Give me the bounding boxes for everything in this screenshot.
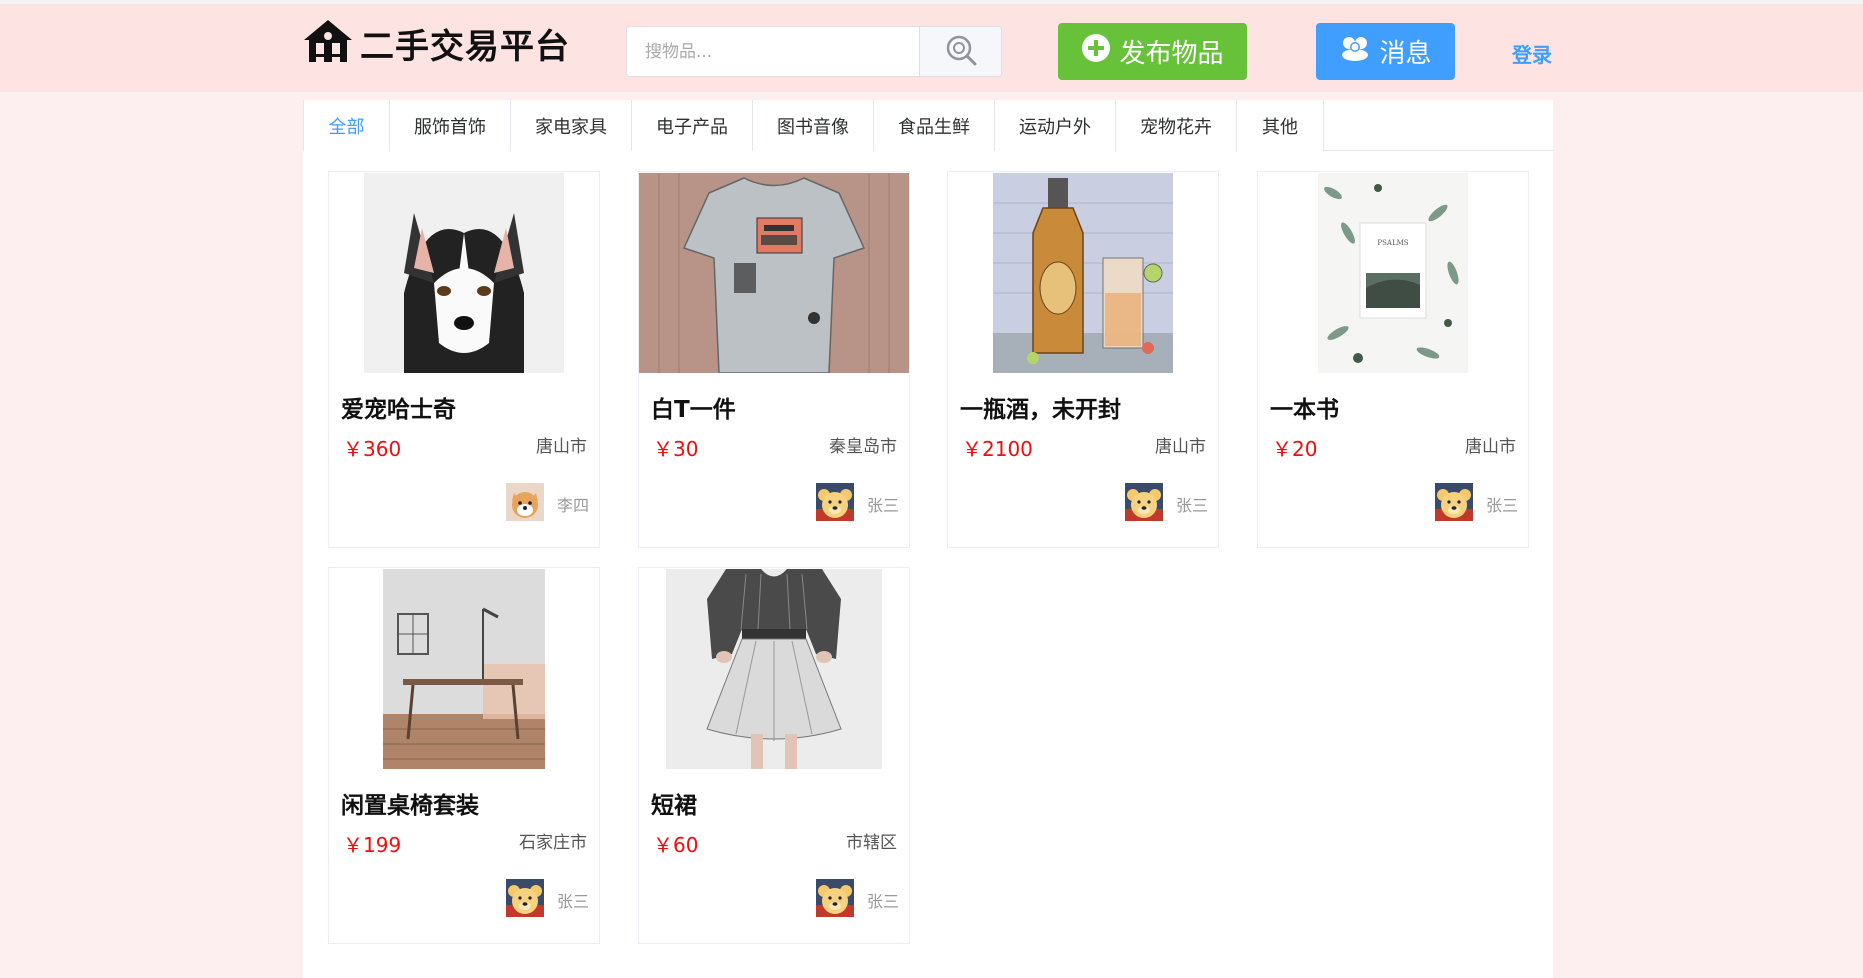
- product-image-frame: [639, 568, 909, 770]
- seller-name[interactable]: 张三: [1486, 492, 1518, 516]
- messages-button[interactable]: 消息: [1316, 23, 1455, 80]
- tab-clothing[interactable]: 服饰首饰: [390, 100, 511, 151]
- product-card[interactable]: 白T一件 ￥30 秦皇岛市 张三: [638, 171, 910, 548]
- seller-name[interactable]: 张三: [557, 888, 589, 912]
- category-tabs: 全部 服饰首饰 家电家具 电子产品 图书音像 食品生鲜 运动户外 宠物花卉 其他: [303, 100, 1553, 152]
- product-city: 市辖区: [846, 833, 897, 853]
- skirt-photo: [666, 569, 882, 769]
- product-price: ￥30: [653, 437, 699, 461]
- product-title: 一瓶酒，未开封: [960, 397, 1121, 423]
- publish-label: 发布物品: [1119, 39, 1224, 69]
- bear-avatar: [1125, 483, 1163, 521]
- product-title: 一本书: [1270, 397, 1339, 423]
- product-title: 白T一件: [651, 397, 736, 423]
- home-icon: [302, 18, 354, 68]
- product-card[interactable]: 闲置桌椅套装 ￥199 石家庄市 张三: [328, 567, 600, 944]
- search-button[interactable]: [919, 27, 1001, 76]
- product-title: 爱宠哈士奇: [341, 397, 456, 423]
- tab-electronics[interactable]: 电子产品: [632, 100, 753, 151]
- product-price: ￥20: [1272, 437, 1318, 461]
- bear-avatar: [1435, 483, 1473, 521]
- white-tshirt-photo: [639, 173, 909, 373]
- tab-books[interactable]: 图书音像: [753, 100, 874, 151]
- search-icon: [945, 34, 977, 70]
- desk-chair-photo: [383, 569, 545, 769]
- product-city: 唐山市: [536, 437, 587, 457]
- product-card[interactable]: 爱宠哈士奇 ￥360 唐山市 李四: [328, 171, 600, 548]
- users-icon: [1339, 35, 1371, 68]
- product-card[interactable]: 短裙 ￥60 市辖区 张三: [638, 567, 910, 944]
- product-city: 秦皇岛市: [829, 437, 897, 457]
- product-title: 闲置桌椅套装: [341, 793, 479, 819]
- shiba-avatar: [506, 483, 544, 521]
- search-input[interactable]: [627, 27, 919, 76]
- product-city: 石家庄市: [519, 833, 587, 853]
- login-link[interactable]: 登录: [1512, 39, 1552, 68]
- product-image-frame: [948, 172, 1218, 374]
- product-price: ￥2100: [962, 437, 1033, 461]
- seller-name[interactable]: 张三: [867, 888, 899, 912]
- product-city: 唐山市: [1155, 437, 1206, 457]
- top-header: 二手交易平台 发布物品: [0, 0, 1863, 92]
- publish-item-button[interactable]: 发布物品: [1058, 23, 1247, 80]
- product-price: ￥60: [653, 833, 699, 857]
- tab-sports[interactable]: 运动户外: [995, 100, 1116, 151]
- tab-other[interactable]: 其他: [1237, 100, 1324, 151]
- tab-furniture[interactable]: 家电家具: [511, 100, 632, 151]
- search-bar: [626, 26, 1002, 77]
- product-card[interactable]: 一瓶酒，未开封 ￥2100 唐山市 张三: [947, 171, 1219, 548]
- tab-food[interactable]: 食品生鲜: [874, 100, 995, 151]
- tab-all[interactable]: 全部: [303, 100, 390, 152]
- product-price: ￥199: [343, 833, 402, 857]
- plus-circle-icon: [1081, 33, 1111, 70]
- product-image-frame: [639, 172, 909, 374]
- svg-text:PSALMS: PSALMS: [1377, 239, 1408, 247]
- messages-label: 消息: [1379, 39, 1432, 69]
- product-image-frame: PSALMS: [1258, 172, 1528, 374]
- seller-name[interactable]: 李四: [557, 492, 589, 516]
- bear-avatar: [816, 879, 854, 917]
- seller-name[interactable]: 张三: [867, 492, 899, 516]
- bear-avatar: [506, 879, 544, 917]
- product-title: 短裙: [651, 793, 697, 819]
- tab-pets-plants[interactable]: 宠物花卉: [1116, 100, 1237, 151]
- product-card[interactable]: PSALMS 一本书 ￥20 唐山市 张三: [1257, 171, 1529, 548]
- main-content: 全部 服饰首饰 家电家具 电子产品 图书音像 食品生鲜 运动户外 宠物花卉 其他: [303, 100, 1553, 978]
- product-city: 唐山市: [1465, 437, 1516, 457]
- liquor-bottle-photo: [993, 173, 1173, 373]
- seller-name[interactable]: 张三: [1176, 492, 1208, 516]
- bear-avatar: [816, 483, 854, 521]
- site-logo[interactable]: 二手交易平台: [302, 18, 570, 68]
- site-title: 二手交易平台: [360, 26, 570, 67]
- product-price: ￥360: [343, 437, 402, 461]
- product-image-frame: [329, 568, 599, 770]
- husky-dog-photo: [364, 173, 564, 373]
- book-photo: PSALMS: [1318, 173, 1468, 373]
- product-image-frame: [329, 172, 599, 374]
